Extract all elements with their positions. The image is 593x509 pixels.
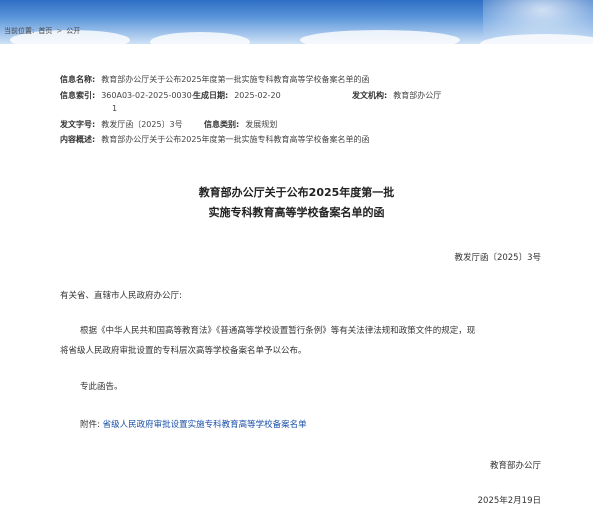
meta-row-category: 信息类别: 发展规划 bbox=[204, 119, 277, 130]
breadcrumb-separator: > bbox=[56, 27, 63, 35]
doc-date: 2025年2月19日 bbox=[477, 496, 541, 506]
doc-body-line1: 根据《中华人民共和国高等教育法》《普通高等学校设置暂行条例》等有关法律法规和政策… bbox=[80, 326, 476, 336]
doc-title-line2: 实施专科教育高等学校备案名单的函 bbox=[208, 206, 385, 219]
banner-cloud bbox=[150, 32, 250, 44]
doc-number: 教发厅函〔2025〕3号 bbox=[454, 253, 541, 263]
breadcrumb: 当前位置: 首页 > 公开 bbox=[4, 26, 80, 36]
doc-closing: 专此函告。 bbox=[80, 382, 123, 392]
meta-category-label: 信息类别: bbox=[204, 120, 240, 129]
meta-date-value: 2025-02-20 bbox=[234, 91, 281, 100]
attachment-label: 附件: bbox=[80, 420, 100, 430]
meta-row-docnum: 发文字号: 教发厅函〔2025〕3号 bbox=[60, 119, 183, 130]
meta-name-value: 教育部办公厅关于公布2025年度第一批实施专科教育高等学校备案名单的函 bbox=[101, 75, 370, 84]
meta-docnum-label: 发文字号: bbox=[60, 120, 96, 129]
meta-summary-label: 内容概述: bbox=[60, 135, 96, 144]
meta-date-label: 生成日期: bbox=[193, 91, 229, 100]
meta-docnum-value: 教发厅函〔2025〕3号 bbox=[101, 120, 183, 129]
meta-row-index: 信息索引: 360A03-02-2025-0030- bbox=[60, 90, 195, 101]
doc-title-line1: 教育部办公厅关于公布2025年度第一批 bbox=[198, 186, 395, 199]
doc-addressee: 有关省、直辖市人民政府办公厅: bbox=[60, 291, 182, 301]
breadcrumb-label: 当前位置: bbox=[4, 27, 35, 35]
meta-name-label: 信息名称: bbox=[60, 75, 96, 84]
meta-row-date: 生成日期: 2025-02-20 bbox=[193, 90, 281, 101]
banner-cloud bbox=[300, 30, 460, 44]
meta-row-summary: 内容概述: 教育部办公厅关于公布2025年度第一批实施专科教育高等学校备案名单的函 bbox=[60, 134, 370, 145]
breadcrumb-current-link[interactable]: 公开 bbox=[66, 26, 80, 36]
attachment-link[interactable]: 省级人民政府审批设置实施专科教育高等学校备案名单 bbox=[103, 420, 307, 430]
meta-index-continuation: 1 bbox=[112, 104, 118, 113]
header-banner: 当前位置: 首页 > 公开 bbox=[0, 0, 593, 44]
doc-signer: 教育部办公厅 bbox=[489, 461, 541, 471]
meta-org-value: 教育部办公厅 bbox=[393, 91, 442, 100]
meta-row-org: 发文机构: 教育部办公厅 bbox=[352, 90, 441, 101]
doc-attachment: 附件: 省级人民政府审批设置实施专科教育高等学校备案名单 bbox=[80, 415, 307, 435]
meta-category-value: 发展规划 bbox=[245, 120, 278, 129]
meta-index-label: 信息索引: bbox=[60, 91, 96, 100]
meta-summary-value: 教育部办公厅关于公布2025年度第一批实施专科教育高等学校备案名单的函 bbox=[101, 135, 370, 144]
doc-body-line2: 将省级人民政府审批设置的专科层次高等学校备案名单予以公布。 bbox=[60, 346, 307, 356]
meta-index-value: 360A03-02-2025-0030- bbox=[101, 91, 195, 100]
meta-org-label: 发文机构: bbox=[352, 91, 388, 100]
breadcrumb-home-link[interactable]: 首页 bbox=[38, 26, 52, 36]
meta-row-name: 信息名称: 教育部办公厅关于公布2025年度第一批实施专科教育高等学校备案名单的函 bbox=[60, 74, 370, 85]
